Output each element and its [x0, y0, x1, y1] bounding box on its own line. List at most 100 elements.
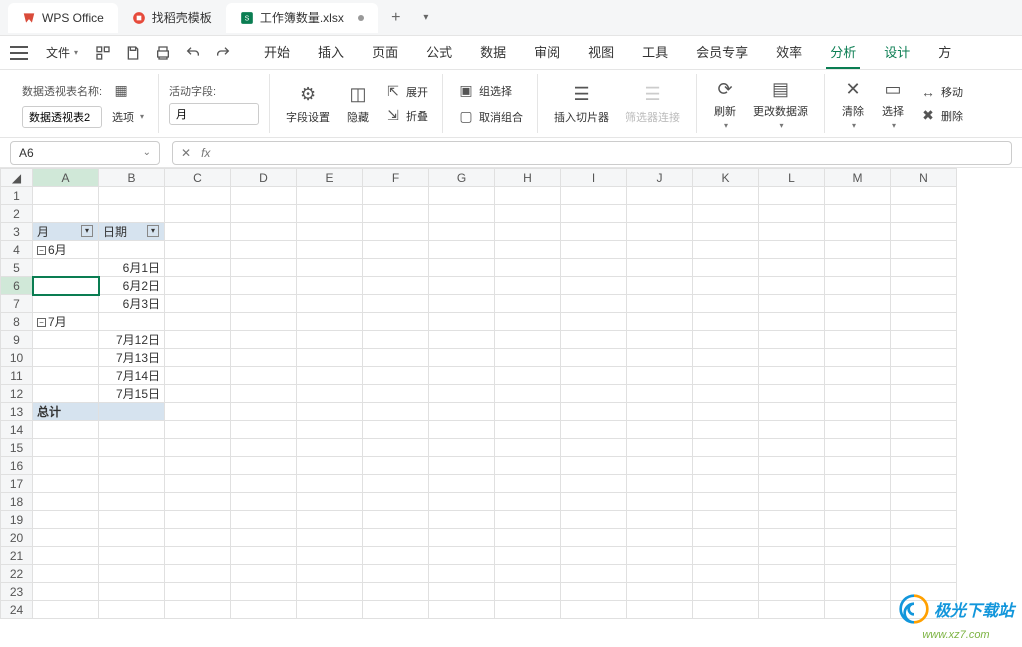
fx-icon[interactable]: fx	[201, 146, 210, 160]
menu-tab-review[interactable]: 审阅	[530, 36, 564, 69]
hamburger-icon[interactable]	[10, 46, 28, 60]
row-header[interactable]: 20	[1, 529, 33, 547]
col-header[interactable]: E	[297, 169, 363, 187]
col-header[interactable]: M	[825, 169, 891, 187]
filter-dropdown-icon[interactable]: ▾	[147, 225, 159, 237]
delete-button[interactable]: ✖删除	[915, 105, 967, 127]
pivot-total[interactable]: 总计	[33, 403, 99, 421]
row-header[interactable]: 16	[1, 457, 33, 475]
ungroup-button[interactable]: ▢取消组合	[453, 106, 527, 128]
col-header[interactable]: I	[561, 169, 627, 187]
row-header[interactable]: 1	[1, 187, 33, 205]
field-settings-button[interactable]: ⚙字段设置	[280, 81, 336, 127]
active-cell[interactable]	[33, 277, 99, 295]
redo-icon[interactable]	[210, 40, 236, 66]
menu-tab-start[interactable]: 开始	[260, 36, 294, 69]
active-field-input[interactable]	[169, 103, 259, 125]
group-selection-button[interactable]: ▣组选择	[453, 80, 527, 102]
undo-icon[interactable]	[180, 40, 206, 66]
tab-templates[interactable]: 找稻壳模板	[118, 3, 226, 33]
col-header[interactable]: J	[627, 169, 693, 187]
row-header[interactable]: 4	[1, 241, 33, 259]
pivot-layout-icon[interactable]: ▦	[108, 80, 134, 102]
col-header[interactable]: C	[165, 169, 231, 187]
menu-tab-member[interactable]: 会员专享	[692, 36, 752, 69]
row-header[interactable]: 10	[1, 349, 33, 367]
menu-tab-page[interactable]: 页面	[368, 36, 402, 69]
menu-tab-insert[interactable]: 插入	[314, 36, 348, 69]
cell[interactable]: 7月13日	[99, 349, 165, 367]
filter-dropdown-icon[interactable]: ▾	[81, 225, 93, 237]
select-all-corner[interactable]: ◢	[1, 169, 33, 187]
select-button[interactable]: ▭选择	[875, 75, 911, 132]
row-header[interactable]: 24	[1, 601, 33, 619]
insert-slicer-button[interactable]: ☰插入切片器	[548, 81, 615, 127]
col-header[interactable]: G	[429, 169, 495, 187]
col-header[interactable]: N	[891, 169, 957, 187]
cancel-icon[interactable]: ✕	[181, 146, 191, 160]
row-header[interactable]: 2	[1, 205, 33, 223]
row-header[interactable]: 3	[1, 223, 33, 241]
tab-menu-button[interactable]: ▾	[414, 6, 438, 30]
clear-button[interactable]: ✕清除	[835, 75, 871, 132]
row-header[interactable]: 19	[1, 511, 33, 529]
pivot-group[interactable]: −7月	[33, 313, 99, 331]
menu-tab-formula[interactable]: 公式	[422, 36, 456, 69]
formula-input[interactable]: ✕ fx	[172, 141, 1012, 165]
row-header[interactable]: 21	[1, 547, 33, 565]
row-header[interactable]: 6	[1, 277, 33, 295]
cell[interactable]: 7月15日	[99, 385, 165, 403]
menu-tab-more[interactable]: 方	[934, 36, 955, 69]
menu-tab-analysis[interactable]: 分析	[826, 36, 860, 69]
collapse-icon[interactable]: −	[37, 318, 46, 327]
pivot-header-date[interactable]: 日期▾	[99, 223, 165, 241]
col-header[interactable]: L	[759, 169, 825, 187]
row-header[interactable]: 9	[1, 331, 33, 349]
col-header[interactable]: F	[363, 169, 429, 187]
col-header[interactable]: H	[495, 169, 561, 187]
save-icon[interactable]	[120, 40, 146, 66]
cell[interactable]: 7月14日	[99, 367, 165, 385]
tab-file[interactable]: S 工作簿数量.xlsx	[226, 3, 378, 33]
row-header[interactable]: 11	[1, 367, 33, 385]
menu-tab-efficiency[interactable]: 效率	[772, 36, 806, 69]
expand-button[interactable]: ⇱展开	[380, 81, 432, 103]
cell[interactable]: 7月12日	[99, 331, 165, 349]
row-header[interactable]: 7	[1, 295, 33, 313]
row-header[interactable]: 15	[1, 439, 33, 457]
change-source-button[interactable]: ▤更改数据源	[747, 75, 814, 132]
cell[interactable]: 6月2日	[99, 277, 165, 295]
file-menu[interactable]: 文件▾	[38, 40, 86, 65]
print-icon[interactable]	[150, 40, 176, 66]
row-header[interactable]: 22	[1, 565, 33, 583]
pivot-name-input[interactable]	[22, 106, 102, 128]
name-box[interactable]: A6 ⌄	[10, 141, 160, 165]
row-header[interactable]: 23	[1, 583, 33, 601]
collapse-button[interactable]: ⇲折叠	[380, 105, 432, 127]
menu-tab-tools[interactable]: 工具	[638, 36, 672, 69]
pivot-header-month[interactable]: 月▾	[33, 223, 99, 241]
cell[interactable]: 6月3日	[99, 295, 165, 313]
row-header[interactable]: 8	[1, 313, 33, 331]
pivot-group[interactable]: −6月	[33, 241, 99, 259]
row-header[interactable]: 12	[1, 385, 33, 403]
row-header[interactable]: 5	[1, 259, 33, 277]
col-header[interactable]: B	[99, 169, 165, 187]
row-header[interactable]: 18	[1, 493, 33, 511]
menu-tab-design[interactable]: 设计	[880, 36, 914, 69]
view-icon[interactable]	[90, 40, 116, 66]
row-header[interactable]: 14	[1, 421, 33, 439]
col-header[interactable]: D	[231, 169, 297, 187]
options-button[interactable]: 选项	[108, 107, 148, 127]
collapse-icon[interactable]: −	[37, 246, 46, 255]
row-header[interactable]: 13	[1, 403, 33, 421]
refresh-button[interactable]: ⟳刷新	[707, 75, 743, 132]
menu-tab-view[interactable]: 视图	[584, 36, 618, 69]
col-header[interactable]: A	[33, 169, 99, 187]
menu-tab-data[interactable]: 数据	[476, 36, 510, 69]
tab-home[interactable]: WPS Office	[8, 3, 118, 33]
move-button[interactable]: ↔移动	[915, 81, 967, 103]
cell[interactable]: 6月1日	[99, 259, 165, 277]
spreadsheet-grid[interactable]: ◢ A B C D E F G H I J K L M N 1 2 3 月▾ 日…	[0, 168, 1022, 647]
col-header[interactable]: K	[693, 169, 759, 187]
